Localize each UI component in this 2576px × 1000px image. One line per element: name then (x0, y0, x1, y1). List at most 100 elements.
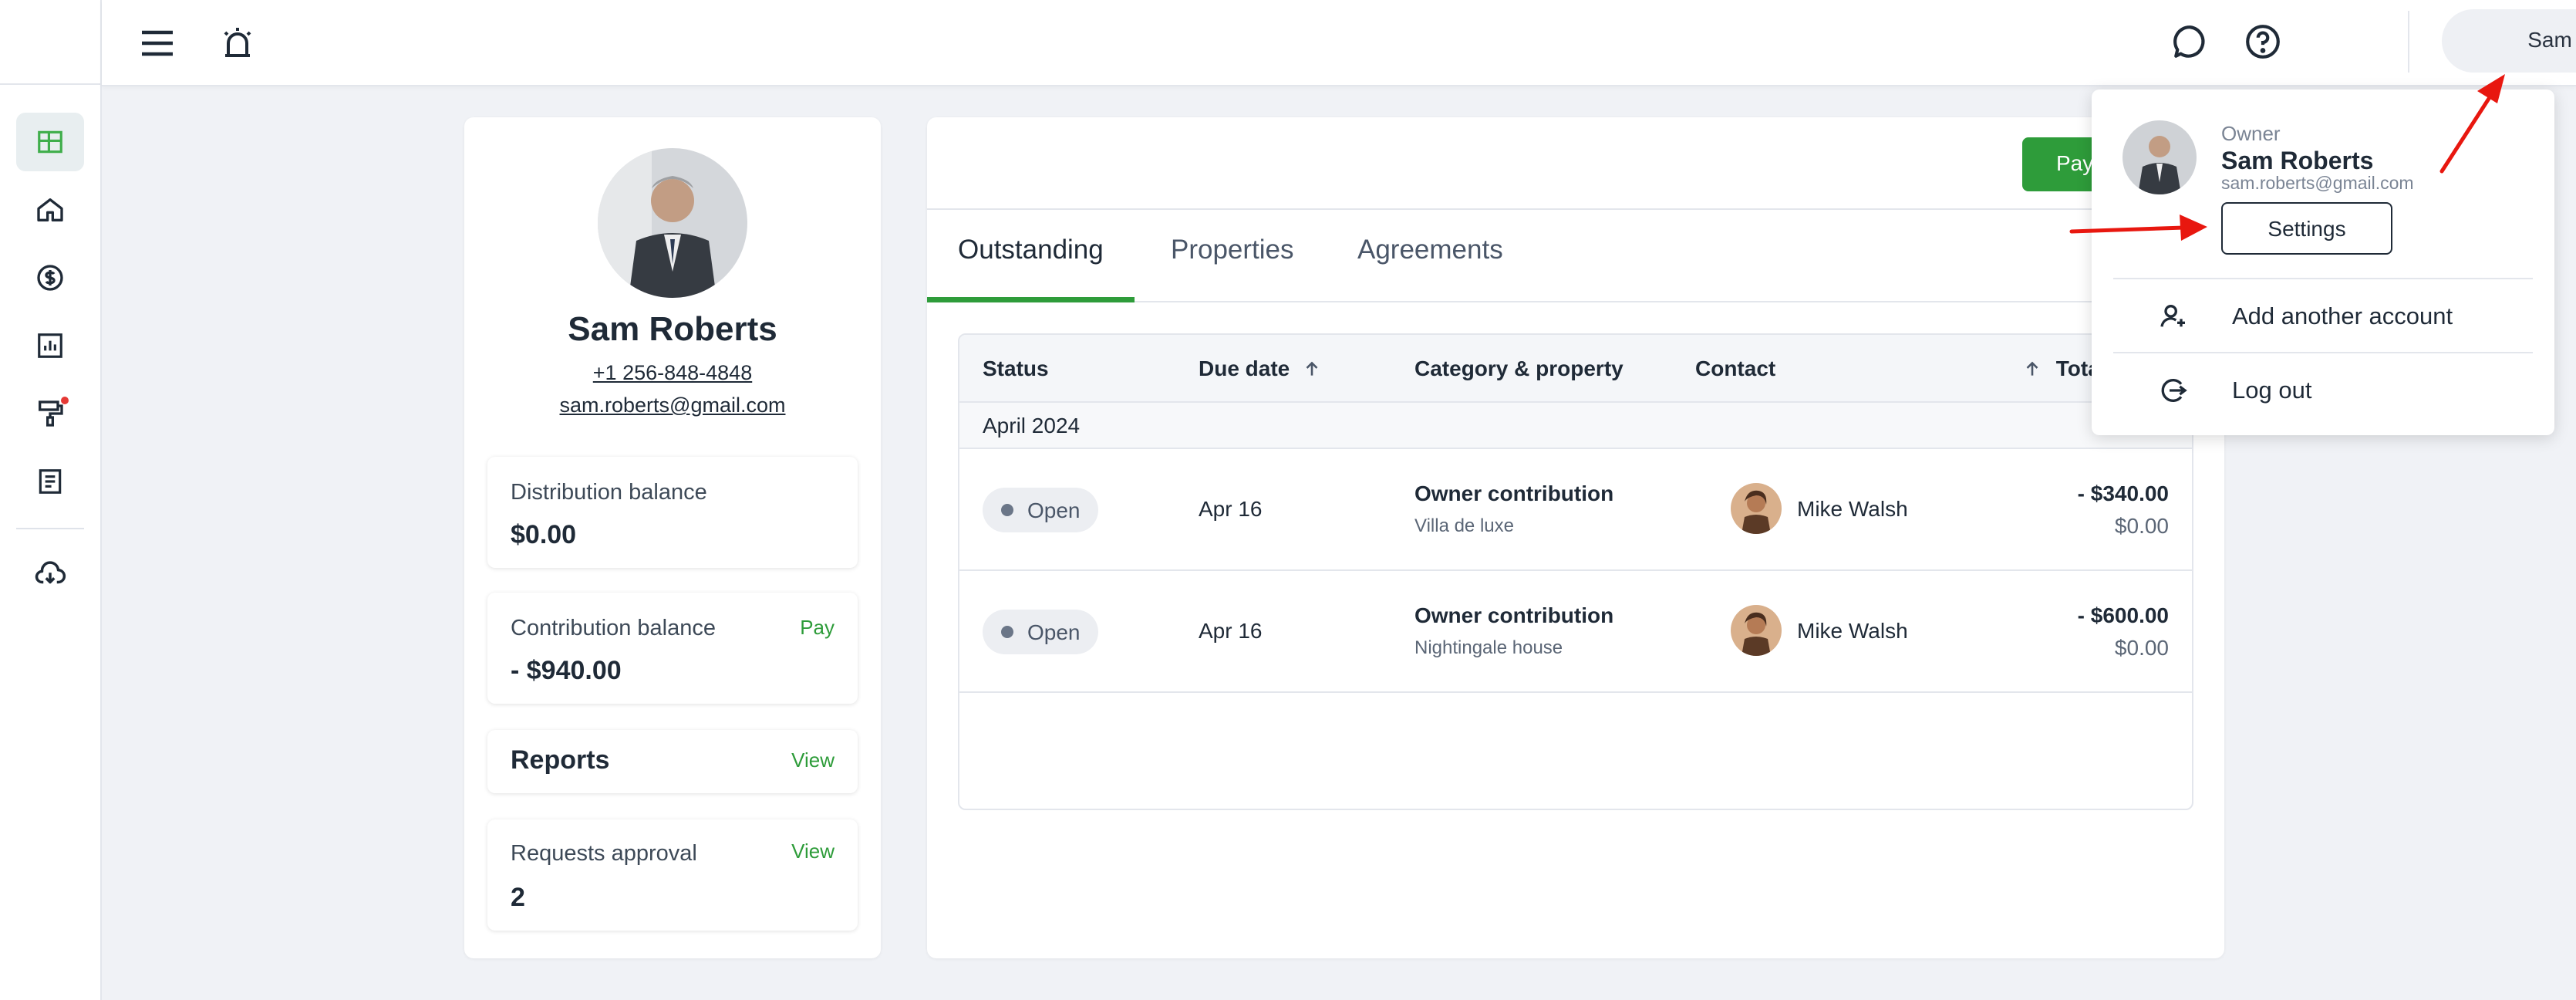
sidebar-item-maintenance[interactable] (16, 384, 84, 443)
sidebar-item-payments[interactable] (16, 248, 84, 307)
outstanding-table: Status Due date Category & property Cont… (958, 333, 2193, 810)
logout-menu-item[interactable]: Log out (2113, 355, 2533, 426)
topbar-separator (2408, 11, 2409, 73)
document-icon (39, 469, 62, 494)
reports-title: Reports (511, 745, 610, 775)
dropdown-role: Owner (2221, 122, 2281, 145)
main-panel: Pay Outstanding Properties Agreements St… (927, 117, 2224, 958)
contribution-balance-value: - $940.00 (511, 656, 622, 685)
table-group-header: April 2024 (959, 403, 2192, 449)
top-bar: Sam (102, 0, 2576, 86)
due-date-cell: Apr 16 (1199, 619, 1263, 643)
due-date-cell: Apr 16 (1199, 497, 1263, 521)
column-due-date-label: Due date (1199, 356, 1290, 380)
amount-cell: - $600.00 (2077, 603, 2169, 627)
status-text: Open (1027, 498, 1081, 522)
tab-outstanding[interactable]: Outstanding (927, 211, 1135, 302)
user-dropdown-menu: Owner Sam Roberts sam.roberts@gmail.com … (2092, 90, 2554, 435)
status-dot (1001, 504, 1013, 516)
property-cell: Villa de luxe (1414, 515, 1514, 536)
reports-card: Reports View (487, 730, 858, 793)
paid-cell: $0.00 (2114, 514, 2169, 538)
contact-avatar (1731, 483, 1782, 534)
contribution-balance-label: Contribution balance (511, 616, 716, 640)
tab-properties[interactable]: Properties (1171, 211, 1294, 302)
main-toolbar: Pay (927, 117, 2224, 210)
add-account-menu-item[interactable]: Add another account (2113, 281, 2533, 352)
sidebar-item-documents[interactable] (16, 452, 84, 511)
category-cell: Owner contribution (1414, 603, 1614, 627)
bar-chart-icon (38, 333, 62, 358)
help-circle-icon (2246, 25, 2280, 59)
profile-avatar (598, 148, 747, 298)
distribution-balance-card: Distribution balance $0.00 (487, 457, 858, 568)
amount-cell: - $340.00 (2077, 481, 2169, 505)
contribution-pay-link[interactable]: Pay (800, 616, 835, 640)
paid-cell: $0.00 (2114, 636, 2169, 660)
dropdown-divider (2113, 278, 2533, 279)
tab-agreements[interactable]: Agreements (1357, 211, 1503, 302)
user-name: Sam (2527, 28, 2572, 52)
dropdown-divider (2113, 352, 2533, 353)
contribution-balance-card: Contribution balance Pay - $940.00 (487, 593, 858, 704)
notification-badge (61, 397, 69, 404)
requests-view-link[interactable]: View (791, 840, 835, 863)
contact-name[interactable]: Mike Walsh (1797, 497, 1908, 522)
profile-name: Sam Roberts (568, 310, 777, 348)
distribution-balance-label: Distribution balance (511, 480, 707, 505)
distribution-balance-value: $0.00 (511, 520, 577, 549)
add-user-icon (2160, 305, 2185, 327)
status-text: Open (1027, 620, 1081, 644)
sidebar-header (0, 0, 100, 85)
home-icon (37, 198, 63, 221)
category-cell: Owner contribution (1414, 481, 1614, 505)
table-row[interactable]: Open Apr 16 Owner contribution Nightinga… (959, 573, 2192, 693)
logout-icon (2161, 379, 2187, 402)
sort-arrow-up-icon (2026, 361, 2038, 376)
column-contact[interactable]: Contact (1695, 356, 1775, 381)
requests-approval-count: 2 (511, 883, 525, 912)
alarm-bell-icon (224, 28, 251, 57)
user-menu-button[interactable]: Sam (2442, 9, 2576, 73)
dropdown-user-name: Sam Roberts (2221, 147, 2374, 174)
sidebar-item-dashboard[interactable] (16, 113, 84, 171)
sidebar-item-downloads[interactable] (16, 545, 84, 603)
sidebar (0, 0, 102, 1000)
menu-button[interactable] (133, 19, 182, 68)
sidebar-item-home[interactable] (16, 181, 84, 239)
sidebar-divider (16, 528, 84, 529)
column-status[interactable]: Status (983, 356, 1049, 381)
dollar-circle-icon (37, 265, 63, 291)
requests-approval-card: Requests approval View 2 (487, 819, 858, 931)
column-category[interactable]: Category & property (1414, 356, 1623, 381)
dropdown-user-email: sam.roberts@gmail.com (2221, 173, 2414, 193)
chat-button[interactable] (2166, 17, 2215, 66)
column-due-date[interactable]: Due date (1199, 356, 1322, 381)
property-cell: Nightingale house (1414, 637, 1563, 658)
alerts-button[interactable] (213, 19, 262, 68)
profile-email-link[interactable]: sam.roberts@gmail.com (464, 394, 881, 417)
table-header: Status Due date Category & property Cont… (959, 335, 2192, 403)
settings-button[interactable]: Settings (2221, 202, 2392, 255)
sidebar-item-reports[interactable] (16, 316, 84, 375)
contact-name[interactable]: Mike Walsh (1797, 619, 1908, 644)
group-label: April 2024 (983, 414, 1081, 438)
column-total[interactable]: Tota (2022, 356, 2100, 381)
cloud-download-icon (35, 561, 66, 584)
add-account-label: Add another account (2232, 302, 2453, 329)
sidebar-nav (0, 85, 100, 613)
contact-avatar (1731, 605, 1782, 656)
dashboard-grid-icon (38, 130, 62, 154)
dropdown-avatar (2123, 120, 2197, 194)
reports-view-link[interactable]: View (791, 748, 835, 772)
help-button[interactable] (2238, 17, 2288, 66)
status-badge: Open (983, 610, 1098, 654)
logout-label: Log out (2232, 377, 2312, 404)
hamburger-menu-icon (142, 30, 173, 56)
sort-arrow-up-icon (1306, 361, 1318, 376)
tab-bar: Outstanding Properties Agreements (927, 211, 2224, 302)
chat-bubble-icon (2173, 25, 2205, 58)
profile-card: Sam Roberts +1 256-848-4848 sam.roberts@… (464, 117, 881, 958)
table-row[interactable]: Open Apr 16 Owner contribution Villa de … (959, 451, 2192, 571)
profile-phone-link[interactable]: +1 256-848-4848 (464, 361, 881, 385)
